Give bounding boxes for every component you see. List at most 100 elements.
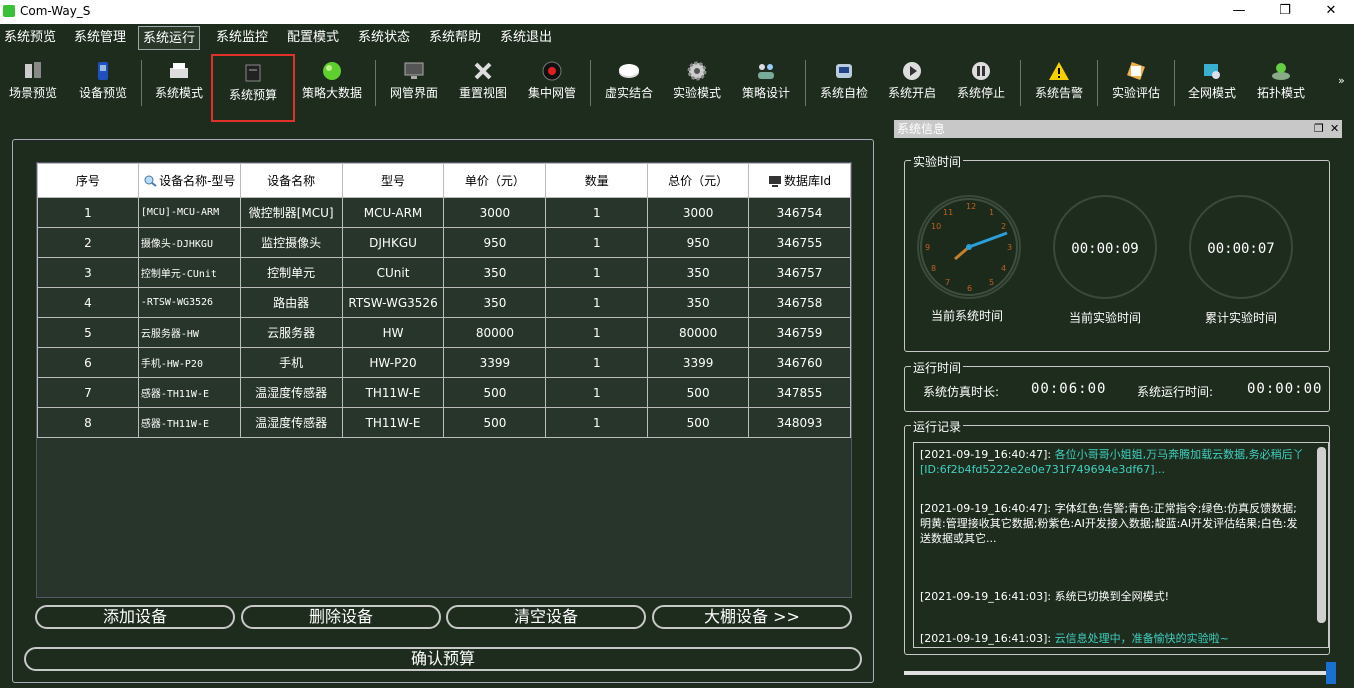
table-row[interactable]: 8 感器-TH11W-E 温湿度传感器 TH11W-E 500 1 500 34… (37, 407, 851, 438)
toolbar-experiment-assess[interactable]: 实验评估 (1106, 54, 1166, 112)
book-icon (245, 64, 261, 82)
toolbar-system-stop[interactable]: 系统停止 (951, 54, 1011, 112)
cell-index: 3 (37, 257, 139, 288)
toolbar-scene-preview[interactable]: 场景预览 (2, 54, 64, 112)
system-clock: 12 3 6 9 12 45 7 8 10 11 (917, 195, 1021, 299)
run-time-title: 运行时间 (911, 359, 964, 376)
menu-system-manage[interactable]: 系统管理 (70, 26, 130, 50)
cell-unit-price: 3399 (443, 347, 547, 378)
cell-model: CUnit (341, 257, 445, 288)
cell-index: 1 (37, 197, 139, 228)
menu-system-preview[interactable]: 系统预览 (0, 26, 60, 50)
col-header-db-id[interactable]: 数据库Id (748, 163, 851, 198)
toolbar-separator (375, 60, 376, 106)
cell-total-price: 500 (647, 407, 750, 438)
confirm-budget-button[interactable]: 确认预算 (24, 647, 862, 671)
panel-slider-track[interactable] (904, 671, 1328, 675)
toolbar-system-start[interactable]: 系统开启 (882, 54, 942, 112)
cell-name: 云服务器 (239, 317, 343, 348)
toolbar-system-alarm[interactable]: 系统告警 (1029, 54, 1089, 112)
panel-slider-thumb[interactable] (1326, 662, 1336, 684)
cell-db-id: 346759 (748, 317, 851, 348)
cell-unit-price: 3000 (443, 197, 547, 228)
sim-duration-value: 00:06:00 (1031, 381, 1107, 397)
table-row[interactable]: 4 -RTSW-WG3526 路由器 RTSW-WG3526 350 1 350… (37, 287, 851, 318)
log-entry: [2021-09-19_16:40:47]: 字体红色:告警;青色:正常指令;绿… (920, 502, 1298, 545)
toolbar-strategy-bigdata[interactable]: 策略大数据 (298, 54, 366, 112)
table-row[interactable]: 5 云服务器-HW 云服务器 HW 80000 1 80000 346759 (37, 317, 851, 348)
toolbar-central-manage[interactable]: 集中网管 (522, 54, 582, 112)
col-header-quantity[interactable]: 数量 (545, 163, 649, 198)
cell-db-id: 346758 (748, 287, 851, 318)
system-info-panel: 系统信息 ❐ ✕ 实验时间 12 3 6 9 12 45 7 8 10 11 当前系统时间 0… (894, 120, 1342, 688)
table-row[interactable]: 1 [MCU]-MCU-ARM 微控制器[MCU] MCU-ARM 3000 1… (37, 197, 851, 228)
toolbar-topology-mode[interactable]: 拓扑模式 (1251, 54, 1311, 112)
table-row[interactable]: 2 摄像头-DJHKGU 监控摄像头 DJHKGU 950 1 950 3467… (37, 227, 851, 258)
toolbar-separator (141, 60, 142, 106)
run-log-list[interactable]: [2021-09-19_16:40:47]: 各位小哥哥小姐姐,万马奔腾加载云数… (913, 442, 1329, 648)
col-header-name[interactable]: 设备名称 (239, 163, 343, 198)
delete-device-button[interactable]: 删除设备 (241, 605, 441, 629)
toolbar-more-icon[interactable]: » (1338, 74, 1345, 87)
toolbar-reset-view[interactable]: 重置视图 (452, 54, 514, 112)
minimize-button[interactable]: — (1216, 0, 1262, 24)
cell-name: 温湿度传感器 (239, 407, 343, 438)
toolbar-network-ui[interactable]: 网管界面 (384, 54, 444, 112)
clear-device-button[interactable]: 清空设备 (446, 605, 646, 629)
col-header-index[interactable]: 序号 (37, 163, 139, 198)
close-icon[interactable]: ✕ (1330, 120, 1339, 138)
toolbar-separator (590, 60, 591, 106)
col-header-unit-price[interactable]: 单价（元） (443, 163, 547, 198)
close-button[interactable]: ✕ (1308, 0, 1354, 24)
system-clock-label: 当前系统时间 (930, 309, 1003, 323)
toolbar-experiment-mode[interactable]: 实验模式 (667, 54, 727, 112)
table-row[interactable]: 6 手机-HW-P20 手机 HW-P20 3399 1 3399 346760 (37, 347, 851, 378)
svg-text:10: 10 (931, 222, 941, 231)
cell-name-model: 手机-HW-P20 (137, 347, 241, 378)
menu-system-exit[interactable]: 系统退出 (496, 26, 556, 50)
network-icon (1204, 64, 1220, 79)
table-row[interactable]: 3 控制单元-CUnit 控制单元 CUnit 350 1 350 346757 (37, 257, 851, 288)
cell-quantity: 1 (545, 197, 649, 228)
col-header-model[interactable]: 型号 (341, 163, 445, 198)
cell-quantity: 1 (545, 347, 649, 378)
toolbar-full-network[interactable]: 全网模式 (1182, 54, 1242, 112)
cell-name-model: 摄像头-DJHKGU (137, 227, 241, 258)
svg-text:12: 12 (966, 202, 976, 211)
menu-system-status[interactable]: 系统状态 (354, 26, 414, 50)
add-device-button[interactable]: 添加设备 (35, 605, 235, 629)
system-info-header: 系统信息 ❐ ✕ (894, 120, 1342, 138)
cell-quantity: 1 (545, 317, 649, 348)
greenhouse-device-button[interactable]: 大棚设备 >> (652, 605, 852, 629)
disc-icon (619, 64, 639, 78)
monitor-icon (768, 176, 781, 187)
cell-name: 监控摄像头 (239, 227, 343, 258)
col-header-name-model[interactable]: 设备名称-型号 (137, 163, 241, 198)
reset-icon (474, 62, 492, 80)
device-table: 序号 设备名称-型号 设备名称 型号 单价（元） 数量 总价（元） 数据库Id … (37, 163, 851, 438)
toolbar-system-budget[interactable]: 系统预算 (211, 54, 295, 122)
menu-system-help[interactable]: 系统帮助 (425, 26, 485, 50)
toolbar-virtual-real[interactable]: 虚实结合 (599, 54, 659, 112)
col-header-total-price[interactable]: 总价（元） (647, 163, 750, 198)
toolbar-system-mode[interactable]: 系统模式 (148, 54, 210, 112)
toolbar-strategy-design[interactable]: 策略设计 (736, 54, 796, 112)
cumulative-clock-value: 00:00:07 (1207, 241, 1275, 257)
toolbar-device-preview[interactable]: 设备预览 (72, 54, 134, 112)
toolbar-separator (1097, 60, 1098, 106)
menu-config-mode[interactable]: 配置模式 (283, 26, 343, 50)
menu-system-monitor[interactable]: 系统监控 (212, 26, 272, 50)
cell-quantity: 1 (545, 257, 649, 288)
svg-text:11: 11 (943, 208, 953, 217)
restore-icon[interactable]: ❐ (1314, 120, 1324, 138)
analog-clock-icon: 12 3 6 9 12 45 78 1011 (920, 198, 1018, 296)
run-time-label: 系统运行时间: (1137, 385, 1214, 399)
log-scrollbar[interactable] (1317, 447, 1326, 623)
maximize-button[interactable]: ❐ (1262, 0, 1308, 24)
table-row[interactable]: 7 感器-TH11W-E 温湿度传感器 TH11W-E 500 1 500 34… (37, 377, 851, 408)
toolbar-self-check[interactable]: 系统自检 (814, 54, 874, 112)
printer-icon (170, 63, 188, 78)
assess-icon (1127, 62, 1145, 80)
toolbar-separator (805, 60, 806, 106)
menu-system-run[interactable]: 系统运行 (138, 26, 201, 50)
